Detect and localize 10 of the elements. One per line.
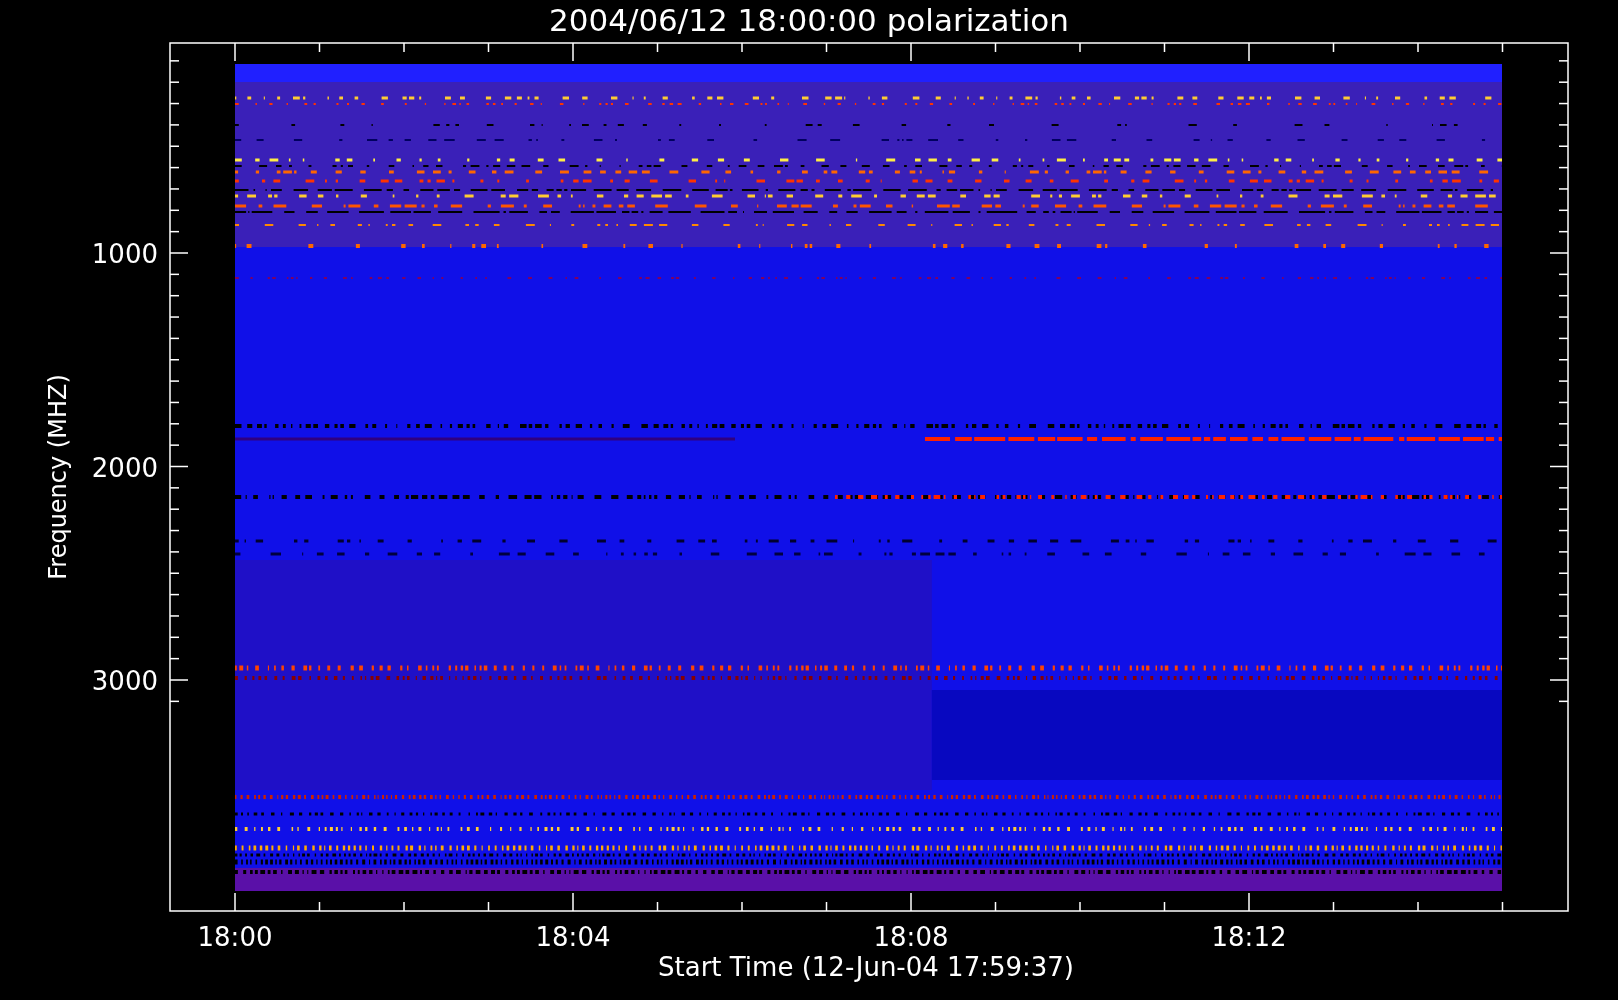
plot-title: 2004/06/12 18:00:00 polarization (549, 2, 1069, 38)
x-tick-label: 18:08 (873, 922, 949, 952)
y-tick-label: 2000 (91, 452, 158, 483)
y-tick-label: 3000 (91, 666, 158, 696)
x-tick-label: 18:04 (535, 922, 611, 952)
y-axis-label: Frequency (MHZ) (44, 374, 72, 580)
x-tick-label: 18:00 (197, 922, 273, 952)
x-axis-label: Start Time (12-Jun-04 17:59:37) (658, 952, 1074, 982)
x-tick-label: 18:12 (1211, 922, 1287, 952)
y-tick-label: 1000 (91, 239, 158, 269)
